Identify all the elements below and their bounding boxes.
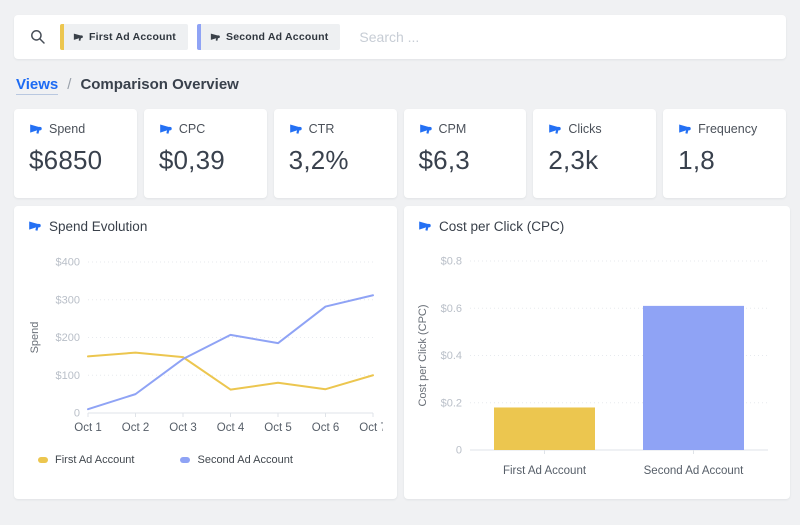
kpi-label: CPC (179, 122, 205, 136)
megaphone-icon (419, 124, 432, 135)
breadcrumb-link-views[interactable]: Views (16, 76, 58, 95)
kpi-row: Spend $6850 CPC $0,39 CTR 3,2% CPM $6,3 Clicks 2,… (14, 109, 786, 198)
kpi-value: 3,2% (289, 145, 382, 176)
search-input[interactable] (357, 28, 770, 46)
spend-evolution-card: Spend Evolution 0 $100 $200 $300 $400 Oct 1 Oc… (14, 206, 397, 499)
x-tick-label: Oct 3 (169, 422, 196, 434)
x-tick-label: Oct 5 (264, 422, 291, 434)
megaphone-icon (418, 221, 431, 232)
charts-row: Spend Evolution 0 $100 $200 $300 $400 Oct 1 Oc… (14, 206, 786, 499)
account-chip-1[interactable]: First Ad Account (60, 24, 188, 50)
kpi-label: CPM (439, 122, 467, 136)
chart-title-row: Cost per Click (CPC) (418, 219, 776, 234)
bar-first-ad-account[interactable] (494, 407, 595, 450)
kpi-card-cpc: CPC $0,39 (144, 109, 267, 198)
megaphone-icon (210, 33, 220, 42)
y-axis-label: Spend (29, 322, 41, 354)
kpi-card-clicks: Clicks 2,3k (533, 109, 656, 198)
kpi-card-spend: Spend $6850 (14, 109, 137, 198)
legend-dot (38, 457, 48, 463)
kpi-value: $6,3 (419, 145, 512, 176)
megaphone-icon (678, 124, 691, 135)
legend-item-second-ad-account[interactable]: Second Ad Account (180, 454, 292, 466)
kpi-label: Clicks (568, 122, 601, 136)
chart-title: Cost per Click (CPC) (439, 219, 564, 234)
kpi-label: Spend (49, 122, 85, 136)
x-tick-label: Oct 4 (217, 422, 245, 434)
kpi-card-frequency: Frequency 1,8 (663, 109, 786, 198)
y-tick-label: $0.2 (441, 397, 462, 409)
megaphone-icon (29, 124, 42, 135)
y-tick-label: 0 (456, 445, 462, 457)
topbar: First Ad Account Second Ad Account (14, 15, 786, 59)
cpc-plot: 0 $0.2 $0.4 $0.6 $0.8 First Ad Account Second … (418, 238, 776, 483)
megaphone-icon (73, 33, 83, 42)
kpi-value: $6850 (29, 145, 122, 176)
legend-label: Second Ad Account (197, 454, 292, 466)
kpi-label: Frequency (698, 122, 757, 136)
megaphone-icon (28, 221, 41, 232)
legend-dot (180, 457, 190, 463)
y-axis-label: Cost per Click (CPC) (418, 304, 429, 406)
x-tick-label: Oct 1 (74, 422, 101, 434)
kpi-value: $0,39 (159, 145, 252, 176)
x-tick-label: Oct 2 (122, 422, 149, 434)
page-title: Comparison Overview (80, 76, 238, 93)
y-tick-label: 0 (74, 408, 80, 420)
y-tick-label: $300 (56, 294, 80, 306)
chart-title: Spend Evolution (49, 219, 147, 234)
y-tick-label: $200 (56, 332, 80, 344)
x-tick-label: Oct 6 (312, 422, 339, 434)
spend-evolution-plot: 0 $100 $200 $300 $400 Oct 1 Oct 2 Oct 3 Oct 4 Oct… (28, 238, 383, 445)
legend-item-first-ad-account[interactable]: First Ad Account (38, 454, 134, 466)
bar-second-ad-account[interactable] (643, 306, 744, 450)
x-tick-label: Second Ad Account (644, 465, 745, 477)
megaphone-icon (548, 124, 561, 135)
y-tick-label: $0.6 (441, 303, 462, 315)
account-chip-label: Second Ad Account (226, 31, 328, 43)
series-line-first-ad-account[interactable] (88, 353, 373, 390)
kpi-card-cpm: CPM $6,3 (404, 109, 527, 198)
y-tick-label: $0.8 (441, 256, 462, 268)
kpi-label: CTR (309, 122, 335, 136)
x-tick-label: Oct 7 (359, 422, 383, 434)
x-tick-label: First Ad Account (503, 465, 587, 477)
y-tick-label: $100 (56, 370, 80, 382)
megaphone-icon (159, 124, 172, 135)
kpi-value: 1,8 (678, 145, 771, 176)
account-chip-label: First Ad Account (89, 31, 176, 43)
chart-legend: First Ad Account Second Ad Account (38, 454, 383, 466)
search-icon[interactable] (30, 29, 46, 45)
legend-label: First Ad Account (55, 454, 134, 466)
account-chip-2[interactable]: Second Ad Account (197, 24, 340, 50)
kpi-value: 2,3k (548, 145, 641, 176)
y-tick-label: $400 (56, 257, 80, 269)
y-tick-label: $0.4 (441, 350, 462, 362)
megaphone-icon (289, 124, 302, 135)
cpc-card: Cost per Click (CPC) 0 $0.2 $0.4 $0.6 $0.8 Fi… (404, 206, 790, 499)
kpi-card-ctr: CTR 3,2% (274, 109, 397, 198)
chart-title-row: Spend Evolution (28, 219, 383, 234)
breadcrumb-separator: / (67, 76, 71, 93)
breadcrumb: Views / Comparison Overview (16, 76, 784, 95)
